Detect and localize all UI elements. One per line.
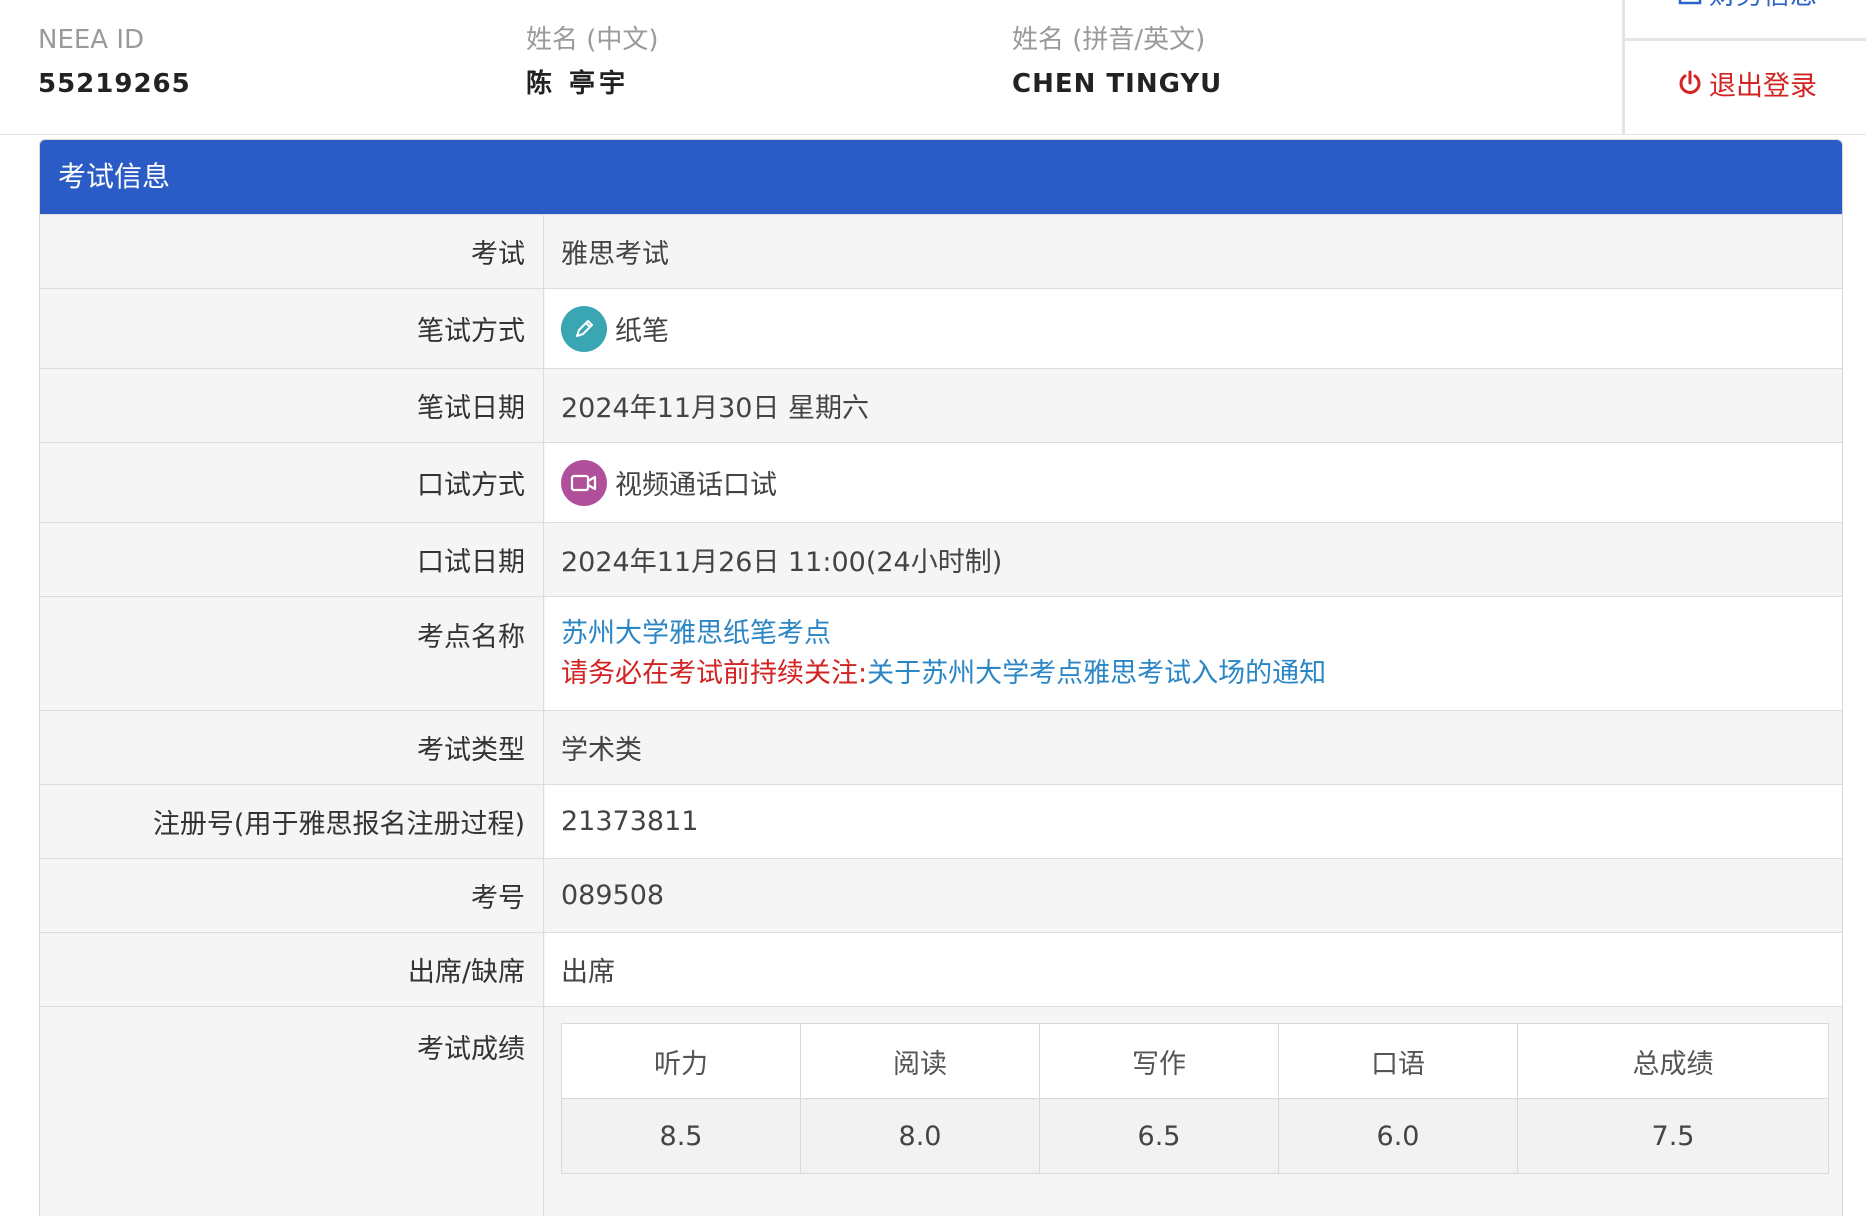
score-overall: 7.5 bbox=[1517, 1098, 1829, 1174]
row-value: 2024年11月26日 11:00(24小时制) bbox=[545, 523, 1842, 596]
neea-id-label: NEEA ID bbox=[38, 25, 145, 55]
row-label: 考号 bbox=[40, 859, 544, 932]
row-exam: 考试 雅思考试 bbox=[40, 214, 1842, 288]
row-label: 出席/缺席 bbox=[40, 933, 544, 1006]
row-value: 视频通话口试 bbox=[545, 443, 1842, 522]
power-icon bbox=[1677, 63, 1703, 113]
row-label: 口试日期 bbox=[40, 523, 544, 596]
row-value: 纸笔 bbox=[545, 289, 1842, 368]
row-scores: 考试成绩 听力 阅读 写作 口语 总成绩 8.5 8.0 6.5 6.0 7.5 bbox=[40, 1006, 1842, 1216]
row-venue: 考点名称 苏州大学雅思纸笔考点 请务必在考试前持续关注:关于苏州大学考点雅思考试… bbox=[40, 596, 1842, 710]
row-registration: 注册号(用于雅思报名注册过程) 21373811 bbox=[40, 784, 1842, 858]
name-en-block: 姓名 (拼音/英文) CHEN TINGYU bbox=[1012, 20, 1222, 108]
neea-id-block: NEEA ID 55219265 bbox=[38, 20, 191, 108]
logout-button[interactable]: 退出登录 bbox=[1625, 62, 1866, 112]
name-en-label: 姓名 (拼音/英文) bbox=[1012, 25, 1206, 55]
row-label: 考试成绩 bbox=[40, 1007, 544, 1216]
candidate-header: NEEA ID 55219265 姓名 (中文) 陈 亭宇 姓名 (拼音/英文)… bbox=[0, 0, 1866, 135]
panel-title: 考试信息 bbox=[40, 140, 1842, 214]
finance-info-link[interactable]: 财务信息 bbox=[1625, 0, 1866, 41]
account-menu: 财务信息 退出登录 bbox=[1622, 0, 1866, 134]
score-header-speaking: 口语 bbox=[1278, 1023, 1518, 1099]
row-label: 考试类型 bbox=[40, 711, 544, 784]
written-mode-value: 纸笔 bbox=[615, 316, 669, 347]
entry-notice-link[interactable]: 关于苏州大学考点雅思考试入场的通知 bbox=[867, 658, 1326, 689]
score-header-overall: 总成绩 bbox=[1517, 1023, 1829, 1099]
exam-info-panel: 考试信息 考试 雅思考试 笔试方式 纸笔 笔试日期 2024年11月30日 星期… bbox=[39, 139, 1843, 1216]
row-oral-mode: 口试方式 视频通话口试 bbox=[40, 442, 1842, 522]
row-value: 2024年11月30日 星期六 bbox=[545, 369, 1842, 442]
logout-label: 退出登录 bbox=[1709, 71, 1817, 102]
score-table: 听力 阅读 写作 口语 总成绩 8.5 8.0 6.5 6.0 7.5 bbox=[561, 1023, 1829, 1174]
finance-info-label: 财务信息 bbox=[1709, 0, 1817, 11]
pencil-icon bbox=[561, 305, 607, 352]
score-header-reading: 阅读 bbox=[800, 1023, 1040, 1099]
row-label: 考试 bbox=[40, 215, 544, 288]
row-value: 出席 bbox=[545, 933, 1842, 1006]
neea-id-value: 55219265 bbox=[38, 69, 191, 99]
row-written-mode: 笔试方式 纸笔 bbox=[40, 288, 1842, 368]
row-label: 笔试日期 bbox=[40, 369, 544, 442]
score-reading: 8.0 bbox=[800, 1098, 1040, 1174]
score-writing: 6.5 bbox=[1039, 1098, 1279, 1174]
score-header-writing: 写作 bbox=[1039, 1023, 1279, 1099]
score-header-row: 听力 阅读 写作 口语 总成绩 bbox=[561, 1023, 1829, 1099]
name-cn-value: 陈 亭宇 bbox=[526, 69, 630, 99]
row-value: 听力 阅读 写作 口语 总成绩 8.5 8.0 6.5 6.0 7.5 bbox=[545, 1007, 1842, 1216]
row-oral-date: 口试日期 2024年11月26日 11:00(24小时制) bbox=[40, 522, 1842, 596]
venue-notice: 请务必在考试前持续关注:关于苏州大学考点雅思考试入场的通知 bbox=[561, 654, 1326, 694]
row-attendance: 出席/缺席 出席 bbox=[40, 932, 1842, 1006]
row-written-date: 笔试日期 2024年11月30日 星期六 bbox=[40, 368, 1842, 442]
video-camera-icon bbox=[561, 459, 607, 506]
row-label: 笔试方式 bbox=[40, 289, 544, 368]
row-label: 口试方式 bbox=[40, 443, 544, 522]
score-value-row: 8.5 8.0 6.5 6.0 7.5 bbox=[561, 1098, 1829, 1174]
row-value: 089508 bbox=[545, 859, 1842, 932]
row-value: 苏州大学雅思纸笔考点 请务必在考试前持续关注:关于苏州大学考点雅思考试入场的通知 bbox=[545, 597, 1842, 710]
row-value: 21373811 bbox=[545, 785, 1842, 858]
name-cn-block: 姓名 (中文) 陈 亭宇 bbox=[526, 20, 659, 108]
score-listening: 8.5 bbox=[561, 1098, 801, 1174]
row-label: 注册号(用于雅思报名注册过程) bbox=[40, 785, 544, 858]
row-value: 学术类 bbox=[545, 711, 1842, 784]
name-cn-label: 姓名 (中文) bbox=[526, 25, 659, 55]
score-speaking: 6.0 bbox=[1278, 1098, 1518, 1174]
row-exam-type: 考试类型 学术类 bbox=[40, 710, 1842, 784]
row-label: 考点名称 bbox=[40, 597, 544, 710]
notice-prefix: 请务必在考试前持续关注: bbox=[561, 657, 868, 689]
row-candidate-no: 考号 089508 bbox=[40, 858, 1842, 932]
document-icon bbox=[1677, 0, 1703, 15]
venue-link[interactable]: 苏州大学雅思纸笔考点 bbox=[561, 614, 831, 654]
page: NEEA ID 55219265 姓名 (中文) 陈 亭宇 姓名 (拼音/英文)… bbox=[0, 0, 1866, 1216]
row-value: 雅思考试 bbox=[545, 215, 1842, 288]
name-en-value: CHEN TINGYU bbox=[1012, 69, 1223, 99]
oral-mode-value: 视频通话口试 bbox=[615, 470, 777, 501]
score-header-listening: 听力 bbox=[561, 1023, 801, 1099]
